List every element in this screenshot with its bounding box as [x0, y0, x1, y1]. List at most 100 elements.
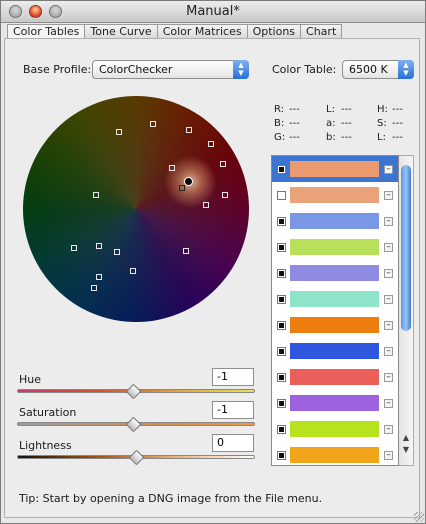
- minus-icon[interactable]: –: [384, 451, 393, 460]
- sample-point[interactable]: [96, 243, 102, 249]
- swatch-checkbox[interactable]: [277, 295, 286, 304]
- base-profile-select[interactable]: ColorChecker ▲ ▼: [92, 60, 249, 79]
- sample-point[interactable]: [186, 127, 192, 133]
- swatch-checkbox[interactable]: [277, 321, 286, 330]
- swatch-checkbox[interactable]: [277, 399, 286, 408]
- swatch-row[interactable]: –: [272, 390, 398, 416]
- lightness-slider-knob[interactable]: [128, 449, 145, 466]
- readout-label: S:: [377, 118, 387, 129]
- readout-value: ---: [289, 132, 300, 143]
- sample-point[interactable]: [179, 185, 185, 191]
- sample-point[interactable]: [93, 192, 99, 198]
- swatch-checkbox[interactable]: [277, 217, 286, 226]
- sample-point[interactable]: [150, 121, 156, 127]
- swatch-row[interactable]: –: [272, 364, 398, 390]
- saturation-slider-knob[interactable]: [125, 416, 142, 433]
- hue-field[interactable]: -1: [212, 368, 254, 386]
- minus-icon[interactable]: –: [384, 165, 393, 174]
- color-swatch[interactable]: [290, 343, 379, 359]
- color-swatch[interactable]: [290, 317, 379, 333]
- hue-slider-knob[interactable]: [125, 383, 142, 400]
- readout-label: B:: [274, 118, 285, 129]
- base-profile-value: ColorChecker: [99, 63, 173, 76]
- swatch-checkbox[interactable]: [277, 165, 286, 174]
- color-table-select[interactable]: 6500 K ▲ ▼: [342, 60, 414, 79]
- color-swatch[interactable]: [290, 265, 379, 281]
- selected-point-marker[interactable]: [184, 177, 193, 186]
- minus-icon[interactable]: –: [384, 321, 393, 330]
- swatch-checkbox[interactable]: [277, 243, 286, 252]
- sample-point[interactable]: [114, 249, 120, 255]
- saturation-field[interactable]: -1: [212, 401, 254, 419]
- swatch-checkbox[interactable]: [277, 347, 286, 356]
- color-swatch[interactable]: [290, 213, 379, 229]
- swatch-list-scrollbar[interactable]: ▲ ▼: [399, 155, 414, 466]
- swatch-row[interactable]: –: [272, 260, 398, 286]
- swatch-row[interactable]: –: [272, 416, 398, 442]
- color-swatch[interactable]: [290, 239, 379, 255]
- swatch-row[interactable]: –: [272, 234, 398, 260]
- sample-point[interactable]: [91, 285, 97, 291]
- readout-value: ---: [341, 118, 352, 129]
- swatch-row[interactable]: –: [272, 182, 398, 208]
- wheel-shading: [23, 96, 249, 322]
- minus-icon[interactable]: –: [384, 243, 393, 252]
- swatch-row[interactable]: –: [272, 442, 398, 465]
- color-swatch[interactable]: [290, 187, 379, 203]
- swatch-row[interactable]: –: [272, 208, 398, 234]
- readout-value: ---: [341, 132, 352, 143]
- sample-point[interactable]: [220, 161, 226, 167]
- minus-icon[interactable]: –: [384, 425, 393, 434]
- swatch-row[interactable]: –: [272, 312, 398, 338]
- minus-icon[interactable]: –: [384, 399, 393, 408]
- tip-text: Tip: Start by opening a DNG image from t…: [19, 492, 323, 505]
- scroll-down-arrow-icon[interactable]: ▼: [399, 444, 413, 456]
- sample-point[interactable]: [183, 248, 189, 254]
- color-swatch[interactable]: [290, 369, 379, 385]
- scroll-up-arrow-icon[interactable]: ▲: [399, 432, 413, 444]
- color-wheel[interactable]: [23, 96, 249, 322]
- sample-point[interactable]: [208, 141, 214, 147]
- color-swatch[interactable]: [290, 161, 379, 177]
- swatch-checkbox[interactable]: [277, 191, 286, 200]
- minus-icon[interactable]: –: [384, 269, 393, 278]
- minus-icon[interactable]: –: [384, 347, 393, 356]
- color-swatch-list[interactable]: – – – – – – – – – – – –: [271, 155, 399, 466]
- hue-label: Hue: [19, 373, 42, 386]
- readout-label: b:: [326, 132, 336, 143]
- swatch-row[interactable]: –: [272, 338, 398, 364]
- sample-point[interactable]: [222, 192, 228, 198]
- minus-icon[interactable]: –: [384, 295, 393, 304]
- scrollbar-thumb[interactable]: [401, 165, 411, 331]
- color-swatch[interactable]: [290, 447, 379, 463]
- color-swatch[interactable]: [290, 395, 379, 411]
- swatch-checkbox[interactable]: [277, 269, 286, 278]
- readout-value: ---: [392, 118, 403, 129]
- sample-point[interactable]: [169, 165, 175, 171]
- readout-label: G:: [274, 132, 286, 143]
- readout-label: H:: [377, 104, 388, 115]
- resize-grip-icon[interactable]: [414, 512, 424, 522]
- sample-point[interactable]: [116, 129, 122, 135]
- swatch-row[interactable]: –: [272, 286, 398, 312]
- color-swatch[interactable]: [290, 291, 379, 307]
- readout-value: ---: [341, 104, 352, 115]
- lightness-field[interactable]: 0: [212, 434, 254, 452]
- sample-point[interactable]: [96, 274, 102, 280]
- minus-icon[interactable]: –: [384, 373, 393, 382]
- swatch-row[interactable]: –: [272, 156, 398, 182]
- saturation-label: Saturation: [19, 406, 77, 419]
- readout-label: L:: [326, 104, 335, 115]
- base-profile-label: Base Profile:: [23, 63, 92, 76]
- readout-label: L:: [377, 132, 386, 143]
- swatch-checkbox[interactable]: [277, 425, 286, 434]
- swatch-checkbox[interactable]: [277, 451, 286, 460]
- sample-point[interactable]: [71, 245, 77, 251]
- sample-point[interactable]: [203, 202, 209, 208]
- minus-icon[interactable]: –: [384, 191, 393, 200]
- swatch-checkbox[interactable]: [277, 373, 286, 382]
- readout-value: ---: [289, 118, 300, 129]
- minus-icon[interactable]: –: [384, 217, 393, 226]
- sample-point[interactable]: [130, 268, 136, 274]
- color-swatch[interactable]: [290, 421, 379, 437]
